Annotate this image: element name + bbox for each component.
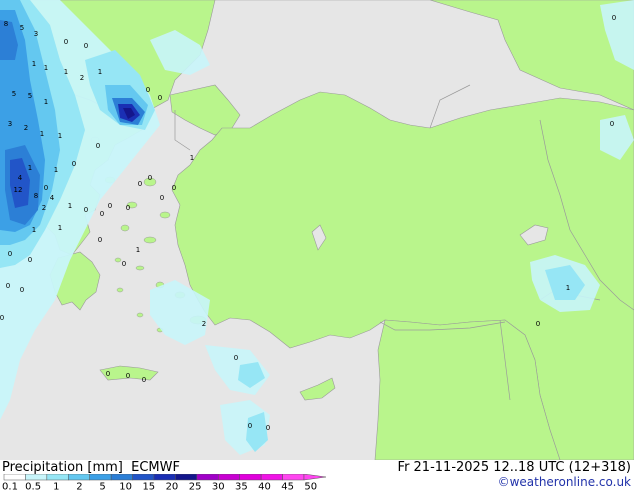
precip-value-label: 0 — [172, 184, 176, 192]
legend-label: 0.1 — [2, 482, 18, 490]
legend-swatch — [175, 474, 198, 481]
precip-value-label: 2 — [80, 74, 84, 82]
precip-value-label: 0 — [138, 180, 142, 188]
precip-value-label: 1 — [44, 98, 48, 106]
legend-label: 45 — [281, 482, 294, 490]
precip-value-label: 0 — [126, 204, 130, 212]
legend-label: 40 — [258, 482, 271, 490]
precip-value-label: 8 — [34, 192, 38, 200]
precip-value-label: 1 — [28, 164, 32, 172]
legend-swatch — [282, 474, 305, 481]
precip-value-label: 12 — [14, 186, 23, 194]
precip-value-label: 4 — [50, 194, 55, 202]
precipitation-map: 8 530 01 1 1215 51003 21 1001410128 42 11010000 00… — [0, 0, 634, 460]
precip-value-label: 0 — [234, 354, 238, 362]
legend-label: 10 — [119, 482, 132, 490]
legend-swatch — [110, 474, 133, 481]
precip-value-label: 1 — [32, 226, 36, 234]
credit-link[interactable]: ©weatheronline.co.uk — [498, 475, 631, 489]
precip-value-label: 0 — [122, 260, 126, 268]
precip-value-label: 0 — [536, 320, 540, 328]
weather-map-viewer: 8 5 3 0 0 1 1 1 2 1 5 5 1 0 0 3 2 1 1 0 0 1 4 1 0 12 8 4 2 1 1 0 1 0 0 0 0 0 0… — [0, 0, 634, 490]
precip-value-label: 0 — [96, 142, 100, 150]
legend-swatch — [153, 474, 176, 481]
precip-value-label: 0 — [266, 424, 270, 432]
legend-arrow — [303, 474, 327, 481]
precip-value-label: 0 — [8, 250, 12, 258]
precip-value-label: 8 — [4, 20, 8, 28]
precip-value-label: 0 — [6, 282, 10, 290]
legend-swatch — [25, 474, 48, 481]
precip-value-label: 0 — [28, 256, 32, 264]
precip-value-label: 2 — [24, 124, 28, 132]
precip-value-label: 0 — [100, 210, 104, 218]
precip-value-label: 0 — [142, 376, 146, 384]
legend-swatch — [3, 474, 26, 481]
precip-value-label: 5 — [20, 24, 24, 32]
legend-swatch — [46, 474, 69, 481]
legend-swatch — [239, 474, 262, 481]
precip-value-label: 0 — [84, 42, 88, 50]
precip-value-label: 0 — [98, 236, 102, 244]
precip-value-label: 3 — [8, 120, 12, 128]
legend-label: 30 — [212, 482, 225, 490]
precip-value-label: 0 — [64, 38, 68, 46]
precip-value-label: 1 — [68, 202, 72, 210]
precip-value-label: 1 — [98, 68, 102, 76]
precipitation-legend: 0.1 0.5 1 2 5 10 15 20 25 30 35 40 45 50 — [2, 474, 327, 490]
precip-value-label: 0 — [72, 160, 76, 168]
legend-label: 5 — [99, 482, 105, 490]
legend-label: 25 — [189, 482, 202, 490]
map-footer: Precipitation [mm] ECMWF Fr 21-11-2025 1… — [0, 460, 634, 490]
precip-value-label: 1 — [32, 60, 36, 68]
precip-value-label: 0 — [248, 422, 252, 430]
legend-swatch — [68, 474, 90, 481]
precip-value-label: 0 — [146, 86, 150, 94]
precip-value-label: 2 — [42, 204, 46, 212]
legend-label: 1 — [53, 482, 59, 490]
legend-swatch — [132, 474, 155, 481]
legend-swatch — [196, 474, 219, 481]
precip-value-label: 0 — [108, 202, 112, 210]
precip-value-label: 1 — [58, 132, 62, 140]
precip-value-label: 1 — [40, 130, 44, 138]
precip-value-label: 0 — [158, 94, 162, 102]
legend-swatch — [218, 474, 240, 481]
precip-value-label: 0 — [610, 120, 614, 128]
precip-value-label: 1 — [54, 166, 58, 174]
precip-value-label: 0 — [160, 194, 164, 202]
legend-label: 0.5 — [25, 482, 41, 490]
precip-value-label: 0 — [20, 286, 24, 294]
precip-value-label: 0 — [0, 314, 4, 322]
precip-value-label: 3 — [34, 30, 38, 38]
legend-label: 35 — [235, 482, 248, 490]
map-title: Precipitation [mm] ECMWF — [2, 460, 180, 475]
legend-label: 15 — [142, 482, 155, 490]
precip-value-label: 0 — [44, 184, 48, 192]
precip-value-label: 5 — [28, 92, 32, 100]
precip-value-label: 5 — [12, 90, 16, 98]
precip-value-label: 1 — [566, 284, 570, 292]
forecast-datetime: Fr 21-11-2025 12..18 UTC (12+318) — [397, 460, 631, 475]
precip-value-label: 0 — [84, 206, 88, 214]
precip-value-label: 0 — [126, 372, 130, 380]
precip-value-label: 4 — [18, 174, 23, 182]
legend-swatch — [89, 474, 112, 481]
precip-value-label: 1 — [190, 154, 194, 162]
legend-label: 20 — [166, 482, 179, 490]
precip-value-label: 2 — [202, 320, 206, 328]
legend-label: 50 — [304, 482, 317, 490]
precip-value-label: 0 — [106, 370, 110, 378]
precip-value-label: 0 — [148, 174, 152, 182]
legend-swatch — [260, 474, 283, 481]
precip-value-label: 1 — [58, 224, 62, 232]
precip-value-label: 1 — [136, 246, 140, 254]
precip-value-label: 0 — [612, 14, 616, 22]
legend-label: 2 — [76, 482, 82, 490]
precip-value-label: 1 — [44, 64, 48, 72]
precip-value-label: 1 — [64, 68, 68, 76]
